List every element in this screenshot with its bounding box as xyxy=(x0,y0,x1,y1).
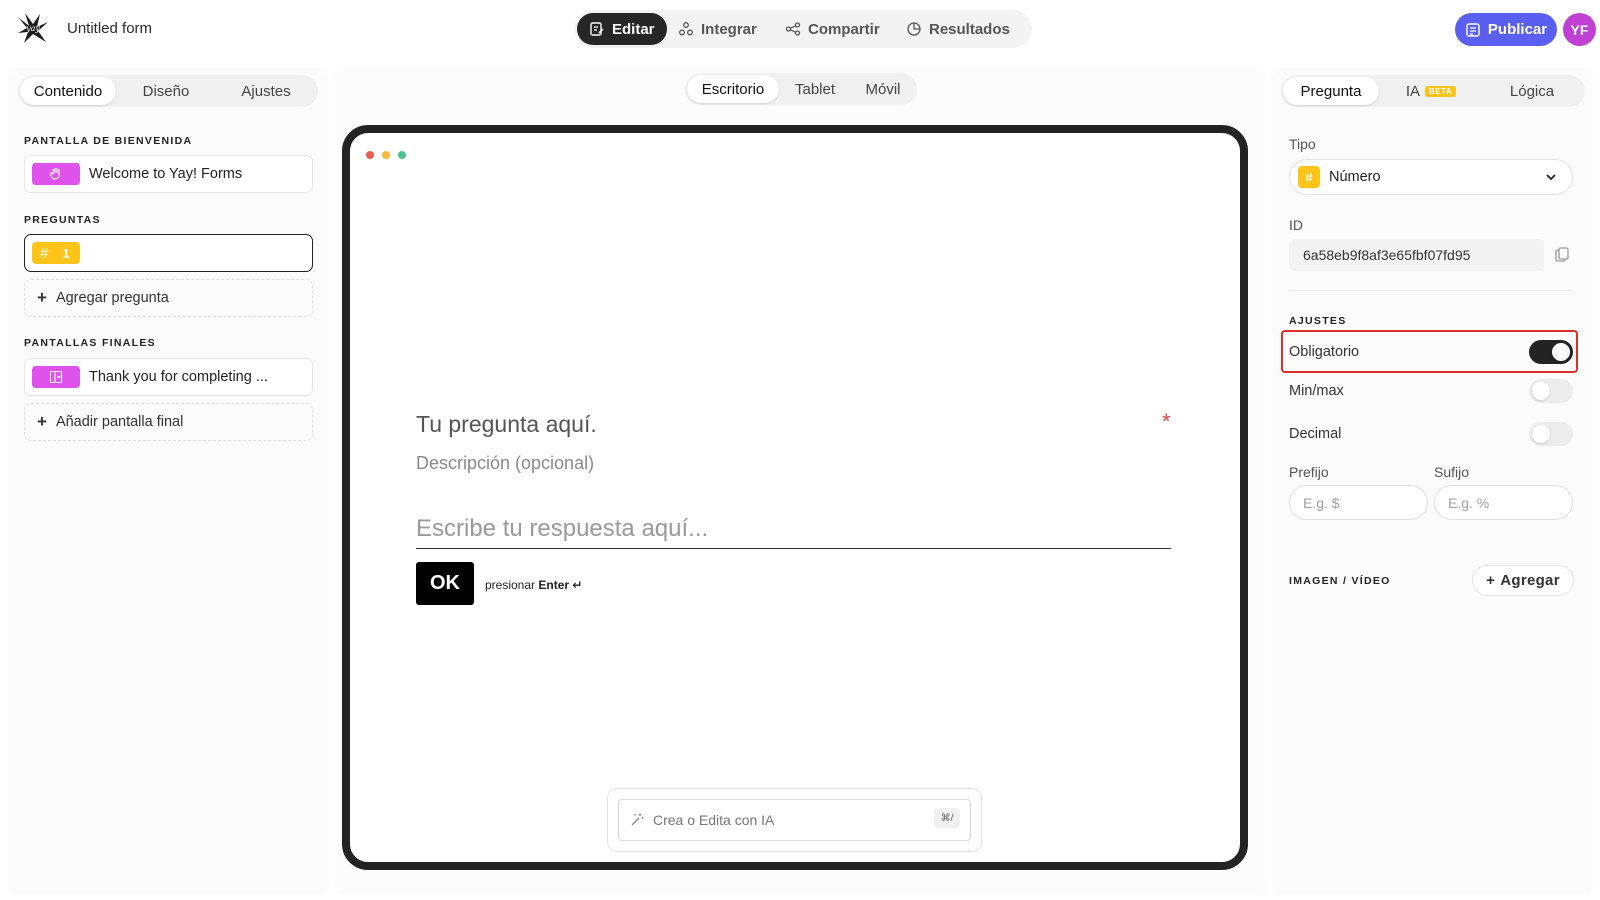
plus-icon: + xyxy=(1486,572,1496,589)
exit-door-icon xyxy=(49,370,63,384)
decimal-toggle-row: Decimal xyxy=(1289,420,1573,448)
tab-logica[interactable]: Lógica xyxy=(1481,77,1583,105)
question-id-field[interactable]: 6a58eb9f8af3e65fbf07fd95 xyxy=(1289,239,1544,271)
question-title[interactable]: Tu pregunta aquí. xyxy=(416,411,597,438)
welcome-item-label: Welcome to Yay! Forms xyxy=(89,166,243,182)
question-item[interactable]: # 1 xyxy=(24,234,313,272)
enter-hint: presionar Enter ↵ xyxy=(485,578,583,592)
integrate-icon xyxy=(679,22,693,36)
window-dots xyxy=(366,151,406,159)
settings-panel: Pregunta IA BETA Lógica Tipo # Número ID… xyxy=(1273,68,1593,894)
type-label: Tipo xyxy=(1289,136,1316,152)
settings-section-label: AJUSTES xyxy=(1289,315,1347,327)
ending-screen-item[interactable]: Thank you for completing ... xyxy=(24,358,313,396)
type-select[interactable]: # Número xyxy=(1289,159,1573,195)
ending-item-label: Thank you for completing ... xyxy=(89,369,268,385)
device-preview-frame: Tu pregunta aquí. * Descripción (opciona… xyxy=(342,125,1248,870)
welcome-screen-item[interactable]: Welcome to Yay! Forms xyxy=(24,155,313,193)
welcome-section-label: PANTALLA DE BIENVENIDA xyxy=(24,135,193,147)
magic-wand-icon xyxy=(631,813,644,826)
question-chip: # 1 xyxy=(32,242,80,264)
maximize-dot-icon xyxy=(398,151,406,159)
form-title[interactable]: Untitled form xyxy=(67,20,152,37)
endings-section-label: PANTALLAS FINALES xyxy=(24,337,156,349)
add-media-button[interactable]: + Agregar xyxy=(1472,565,1574,596)
prefix-label: Prefijo xyxy=(1289,464,1329,480)
toggle-knob xyxy=(1532,425,1550,443)
content-panel: Contenido Diseño Ajustes PANTALLA DE BIE… xyxy=(8,68,328,894)
publish-button[interactable]: Publicar xyxy=(1455,13,1557,46)
tab-pregunta[interactable]: Pregunta xyxy=(1283,77,1379,105)
divider xyxy=(1289,290,1573,291)
questions-section-label: PREGUNTAS xyxy=(24,214,101,226)
close-dot-icon xyxy=(366,151,374,159)
plus-icon: + xyxy=(37,288,47,307)
decimal-toggle[interactable] xyxy=(1529,422,1573,446)
avatar[interactable]: YF xyxy=(1563,13,1596,46)
tab-compartir[interactable]: Compartir xyxy=(773,13,892,45)
copy-icon[interactable] xyxy=(1553,246,1571,264)
ai-prompt-input[interactable]: Crea o Edita con IA ⌘/ xyxy=(618,799,971,841)
edit-icon xyxy=(590,22,604,36)
tab-resultados[interactable]: Resultados xyxy=(894,13,1022,45)
yay-forms-logo-icon[interactable]: yay xyxy=(16,11,50,45)
minmax-toggle-row: Min/max xyxy=(1289,377,1573,405)
question-number: 1 xyxy=(62,245,70,261)
question-description[interactable]: Descripción (opcional) xyxy=(416,453,594,474)
ai-shortcut-hint: ⌘/ xyxy=(934,808,960,828)
add-question-button[interactable]: + Agregar pregunta xyxy=(24,279,313,317)
tab-movil[interactable]: Móvil xyxy=(851,75,915,103)
hand-wave-icon xyxy=(49,167,60,180)
answer-input[interactable] xyxy=(416,509,1171,549)
tab-integrar[interactable]: Integrar xyxy=(666,13,769,45)
top-bar: yay Untitled form Editar Integrar Compar… xyxy=(0,0,1600,60)
left-tabs: Contenido Diseño Ajustes xyxy=(18,75,318,107)
ending-chip xyxy=(32,366,80,388)
beta-badge: BETA xyxy=(1425,85,1457,97)
add-ending-button[interactable]: + Añadir pantalla final xyxy=(24,403,313,441)
preview-panel: Escritorio Tablet Móvil Tu pregunta aquí… xyxy=(334,68,1267,894)
ok-button[interactable]: OK xyxy=(416,562,474,605)
toggle-knob xyxy=(1532,382,1550,400)
minimize-dot-icon xyxy=(382,151,390,159)
tab-contenido[interactable]: Contenido xyxy=(20,77,116,105)
plus-icon: + xyxy=(37,412,47,431)
tab-editar[interactable]: Editar xyxy=(577,13,667,45)
publish-icon xyxy=(1466,22,1480,37)
welcome-chip xyxy=(32,163,80,185)
highlight-box xyxy=(1281,330,1578,373)
share-icon xyxy=(785,22,801,36)
tab-tablet[interactable]: Tablet xyxy=(781,75,849,103)
chevron-down-icon xyxy=(1546,174,1556,181)
right-tabs: Pregunta IA BETA Lógica xyxy=(1281,75,1585,107)
hash-icon: # xyxy=(40,244,49,262)
number-type-icon: # xyxy=(1298,166,1320,188)
tab-escritorio[interactable]: Escritorio xyxy=(687,75,779,103)
mode-tabs: Editar Integrar Compartir Resultados xyxy=(574,10,1032,48)
tab-ajustes[interactable]: Ajustes xyxy=(216,77,316,105)
media-section-label: IMAGEN / VÍDEO xyxy=(1289,575,1391,587)
minmax-toggle[interactable] xyxy=(1529,379,1573,403)
suffix-input[interactable] xyxy=(1434,485,1573,520)
tab-ia[interactable]: IA BETA xyxy=(1383,77,1479,105)
required-asterisk: * xyxy=(1162,409,1171,434)
svg-text:yay: yay xyxy=(25,24,40,33)
id-label: ID xyxy=(1289,217,1303,233)
suffix-label: Sufijo xyxy=(1434,464,1470,480)
prefix-input[interactable] xyxy=(1289,485,1428,520)
results-icon xyxy=(907,22,921,36)
tab-diseno[interactable]: Diseño xyxy=(118,77,214,105)
device-tabs: Escritorio Tablet Móvil xyxy=(685,73,917,105)
ai-assistant-box: Crea o Edita con IA ⌘/ xyxy=(607,788,982,852)
